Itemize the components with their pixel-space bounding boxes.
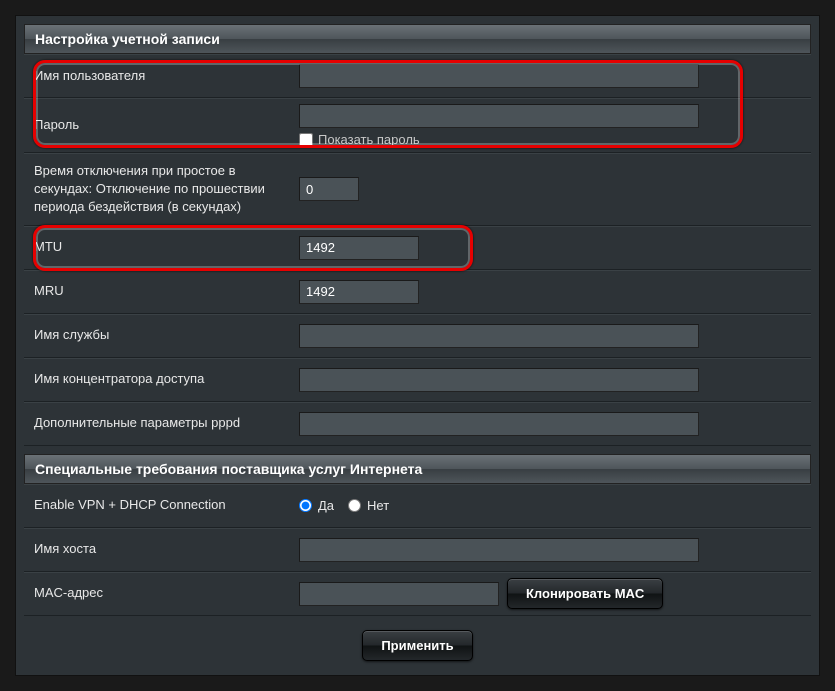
service-label: Имя службы bbox=[24, 318, 289, 352]
vpn-no-radio[interactable] bbox=[348, 499, 361, 512]
hostname-input[interactable] bbox=[299, 538, 699, 562]
row-username: Имя пользователя bbox=[24, 54, 811, 98]
mru-label: MRU bbox=[24, 274, 289, 308]
pppd-input[interactable] bbox=[299, 412, 699, 436]
vpn-no-label: Нет bbox=[367, 498, 389, 513]
clone-mac-button[interactable]: Клонировать MAC bbox=[507, 578, 663, 609]
mac-input[interactable] bbox=[299, 582, 499, 606]
idle-label: Время отключения при простое в секундах:… bbox=[24, 154, 289, 225]
mtu-input[interactable] bbox=[299, 236, 419, 260]
pppd-label: Дополнительные параметры pppd bbox=[24, 406, 289, 440]
mtu-label: MTU bbox=[24, 230, 289, 264]
vpn-yes-option[interactable]: Да bbox=[299, 498, 334, 513]
password-input[interactable] bbox=[299, 104, 699, 128]
row-mru: MRU bbox=[24, 270, 811, 314]
row-hostname: Имя хоста bbox=[24, 528, 811, 572]
mru-input[interactable] bbox=[299, 280, 419, 304]
apply-button[interactable]: Применить bbox=[362, 630, 472, 661]
section-account-header: Настройка учетной записи bbox=[24, 24, 811, 54]
row-mac: MAC-адрес Клонировать MAC bbox=[24, 572, 811, 616]
concentrator-input[interactable] bbox=[299, 368, 699, 392]
vpn-yes-radio[interactable] bbox=[299, 499, 312, 512]
row-password: Пароль Показать пароль bbox=[24, 98, 811, 153]
mac-label: MAC-адрес bbox=[24, 576, 289, 610]
vpn-yes-label: Да bbox=[318, 498, 334, 513]
show-password-checkbox[interactable] bbox=[299, 133, 313, 147]
row-mtu: MTU bbox=[24, 226, 811, 270]
row-concentrator: Имя концентратора доступа bbox=[24, 358, 811, 402]
concentrator-label: Имя концентратора доступа bbox=[24, 362, 289, 396]
show-password-label[interactable]: Показать пароль bbox=[318, 132, 420, 147]
vpn-no-option[interactable]: Нет bbox=[348, 498, 389, 513]
row-vpn-dhcp: Enable VPN + DHCP Connection Да Нет bbox=[24, 484, 811, 528]
vpn-label: Enable VPN + DHCP Connection bbox=[24, 488, 289, 522]
settings-panel: Настройка учетной записи Имя пользовател… bbox=[15, 15, 820, 676]
row-pppd: Дополнительные параметры pppd bbox=[24, 402, 811, 446]
section-isp-header: Специальные требования поставщика услуг … bbox=[24, 454, 811, 484]
row-idle-timeout: Время отключения при простое в секундах:… bbox=[24, 153, 811, 226]
row-service: Имя службы bbox=[24, 314, 811, 358]
service-input[interactable] bbox=[299, 324, 699, 348]
password-label: Пароль bbox=[24, 108, 289, 142]
username-input[interactable] bbox=[299, 64, 699, 88]
idle-input[interactable] bbox=[299, 177, 359, 201]
username-label: Имя пользователя bbox=[24, 59, 289, 93]
hostname-label: Имя хоста bbox=[24, 532, 289, 566]
